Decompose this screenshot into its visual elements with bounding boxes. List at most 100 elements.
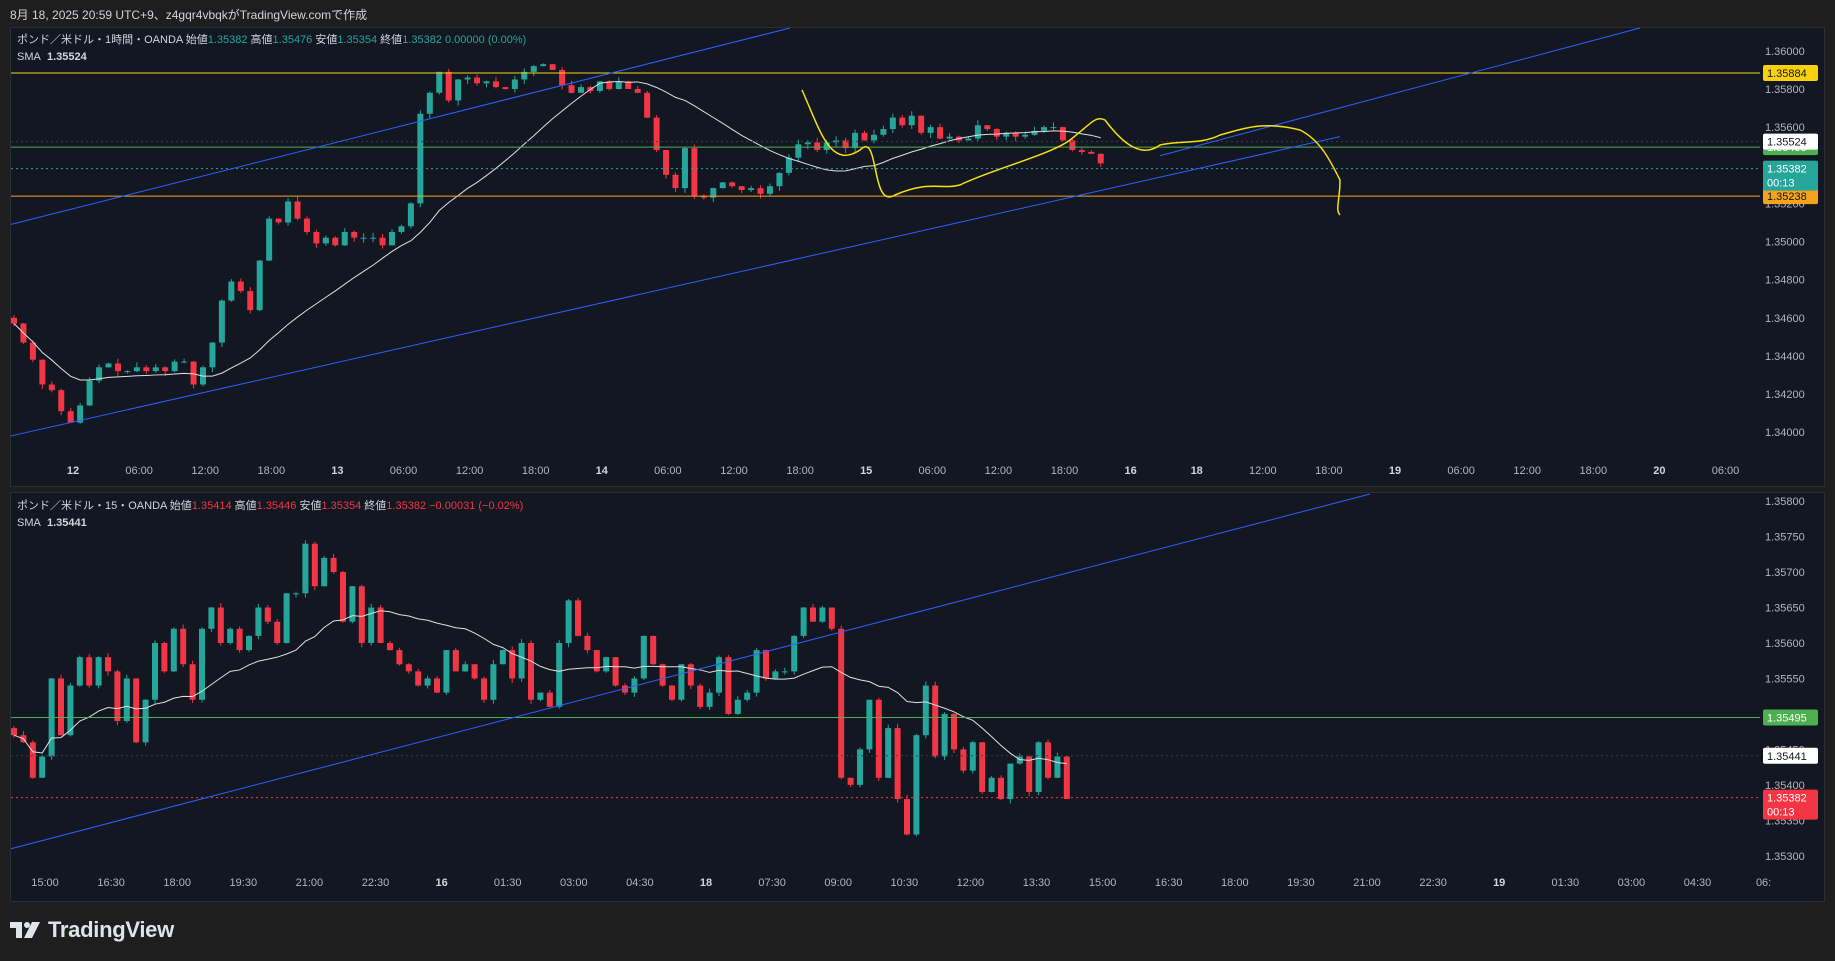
candle-body xyxy=(1088,151,1095,154)
candle-body xyxy=(615,81,622,89)
candle-body xyxy=(932,685,939,757)
y-tick-label: 1.35600 xyxy=(1765,122,1805,134)
candle-body xyxy=(133,367,140,372)
candle-body xyxy=(360,237,367,239)
channel-line xyxy=(10,493,1371,850)
x-tick-label: 19:30 xyxy=(230,877,258,889)
candle-body xyxy=(445,71,452,101)
candle-body xyxy=(322,237,329,244)
candle-body xyxy=(725,657,732,714)
candle-body xyxy=(407,203,414,227)
candle-body xyxy=(499,650,506,665)
candle-body xyxy=(951,713,957,750)
candle-body xyxy=(734,699,741,714)
candle-body xyxy=(697,685,704,707)
candle-body xyxy=(960,749,967,771)
candle-body xyxy=(800,607,807,636)
candle-body xyxy=(870,134,877,141)
x-tick-label: 22:30 xyxy=(1419,877,1447,889)
candle-body xyxy=(584,635,591,651)
x-tick-label: 13 xyxy=(331,465,343,477)
price-badge-countdown: 00:13 xyxy=(1767,807,1795,819)
candle-body xyxy=(565,600,572,643)
candle-body xyxy=(706,692,713,707)
candle-body xyxy=(763,650,769,679)
candle-body xyxy=(58,390,65,412)
y-tick-label: 1.35800 xyxy=(1765,84,1805,96)
y-tick-label: 1.35600 xyxy=(1765,638,1805,650)
sma-line xyxy=(13,80,1101,381)
y-tick-label: 1.35000 xyxy=(1765,237,1805,249)
candle-body xyxy=(753,650,760,693)
y-tick-label: 1.35750 xyxy=(1765,532,1805,544)
candle-body xyxy=(556,642,563,707)
x-tick-label: 18:00 xyxy=(258,465,286,477)
indicator-value: 1.35441 xyxy=(47,517,87,529)
candle-body xyxy=(781,671,788,673)
candle-body xyxy=(161,642,168,672)
candle-body xyxy=(124,371,131,373)
candle-body xyxy=(142,699,149,743)
candle-body xyxy=(303,218,310,232)
y-tick-label: 1.35800 xyxy=(1765,496,1805,508)
x-tick-label: 14 xyxy=(596,465,609,477)
candle-body xyxy=(340,572,346,622)
candle-body xyxy=(123,678,130,722)
x-tick-label: 18:00 xyxy=(1580,465,1608,477)
candle-body xyxy=(866,699,873,750)
y-tick-label: 1.35700 xyxy=(1765,567,1805,579)
price-badge-text: 1.35382 xyxy=(1767,793,1807,805)
candle-body xyxy=(681,148,688,189)
candle-body xyxy=(575,600,581,636)
candle-body xyxy=(105,657,111,672)
indicator-value: 1.35524 xyxy=(47,51,88,63)
candle-body xyxy=(795,144,802,158)
candle-body xyxy=(39,756,46,778)
x-tick-label: 06: xyxy=(1756,877,1771,889)
y-tick-label: 1.36000 xyxy=(1765,46,1805,58)
candle-body xyxy=(941,713,948,757)
candle-body xyxy=(417,113,424,204)
candle-body xyxy=(330,557,337,573)
candle-body xyxy=(880,129,887,135)
candle-body xyxy=(274,621,281,643)
candle-body xyxy=(1050,127,1057,129)
x-tick-label: 19:30 xyxy=(1287,877,1315,889)
candle-body xyxy=(1041,127,1048,131)
candle-body xyxy=(162,367,169,372)
candle-body xyxy=(180,628,187,665)
candle-body xyxy=(918,115,925,133)
candle-body xyxy=(640,635,647,679)
candle-body xyxy=(256,260,263,311)
candle-body xyxy=(114,671,121,722)
candle-body xyxy=(998,777,1004,800)
candle-body xyxy=(246,635,252,651)
candle-body xyxy=(899,117,906,126)
candle-body xyxy=(490,664,497,700)
x-tick-label: 07:30 xyxy=(758,877,786,889)
tradingview-logo-text: TradingView xyxy=(48,917,174,942)
candle-body xyxy=(58,678,64,736)
candle-body xyxy=(48,384,55,391)
candle-body xyxy=(653,117,660,150)
candle-body xyxy=(969,742,976,771)
x-tick-label: 15:00 xyxy=(1089,877,1117,889)
pane-1-group: 1.360001.358001.356001.354001.352001.350… xyxy=(10,27,1818,477)
candle-body xyxy=(776,172,783,187)
chart-canvas[interactable]: 1.360001.358001.356001.354001.352001.350… xyxy=(0,0,1835,961)
x-tick-label: 01:30 xyxy=(1552,877,1580,889)
candle-body xyxy=(659,664,666,686)
x-tick-label: 13:30 xyxy=(1023,877,1051,889)
candle-body xyxy=(729,182,736,187)
candle-body xyxy=(687,664,694,686)
price-badge-text: 1.35441 xyxy=(1767,751,1807,763)
candle-body xyxy=(1035,742,1042,792)
candle-body xyxy=(913,735,920,835)
candle-body xyxy=(255,607,262,636)
candle-body xyxy=(285,201,292,223)
x-tick-label: 16:30 xyxy=(97,877,125,889)
x-tick-label: 06:00 xyxy=(390,465,418,477)
candle-body xyxy=(546,692,553,707)
candle-body xyxy=(663,150,670,175)
x-tick-label: 09:00 xyxy=(824,877,852,889)
